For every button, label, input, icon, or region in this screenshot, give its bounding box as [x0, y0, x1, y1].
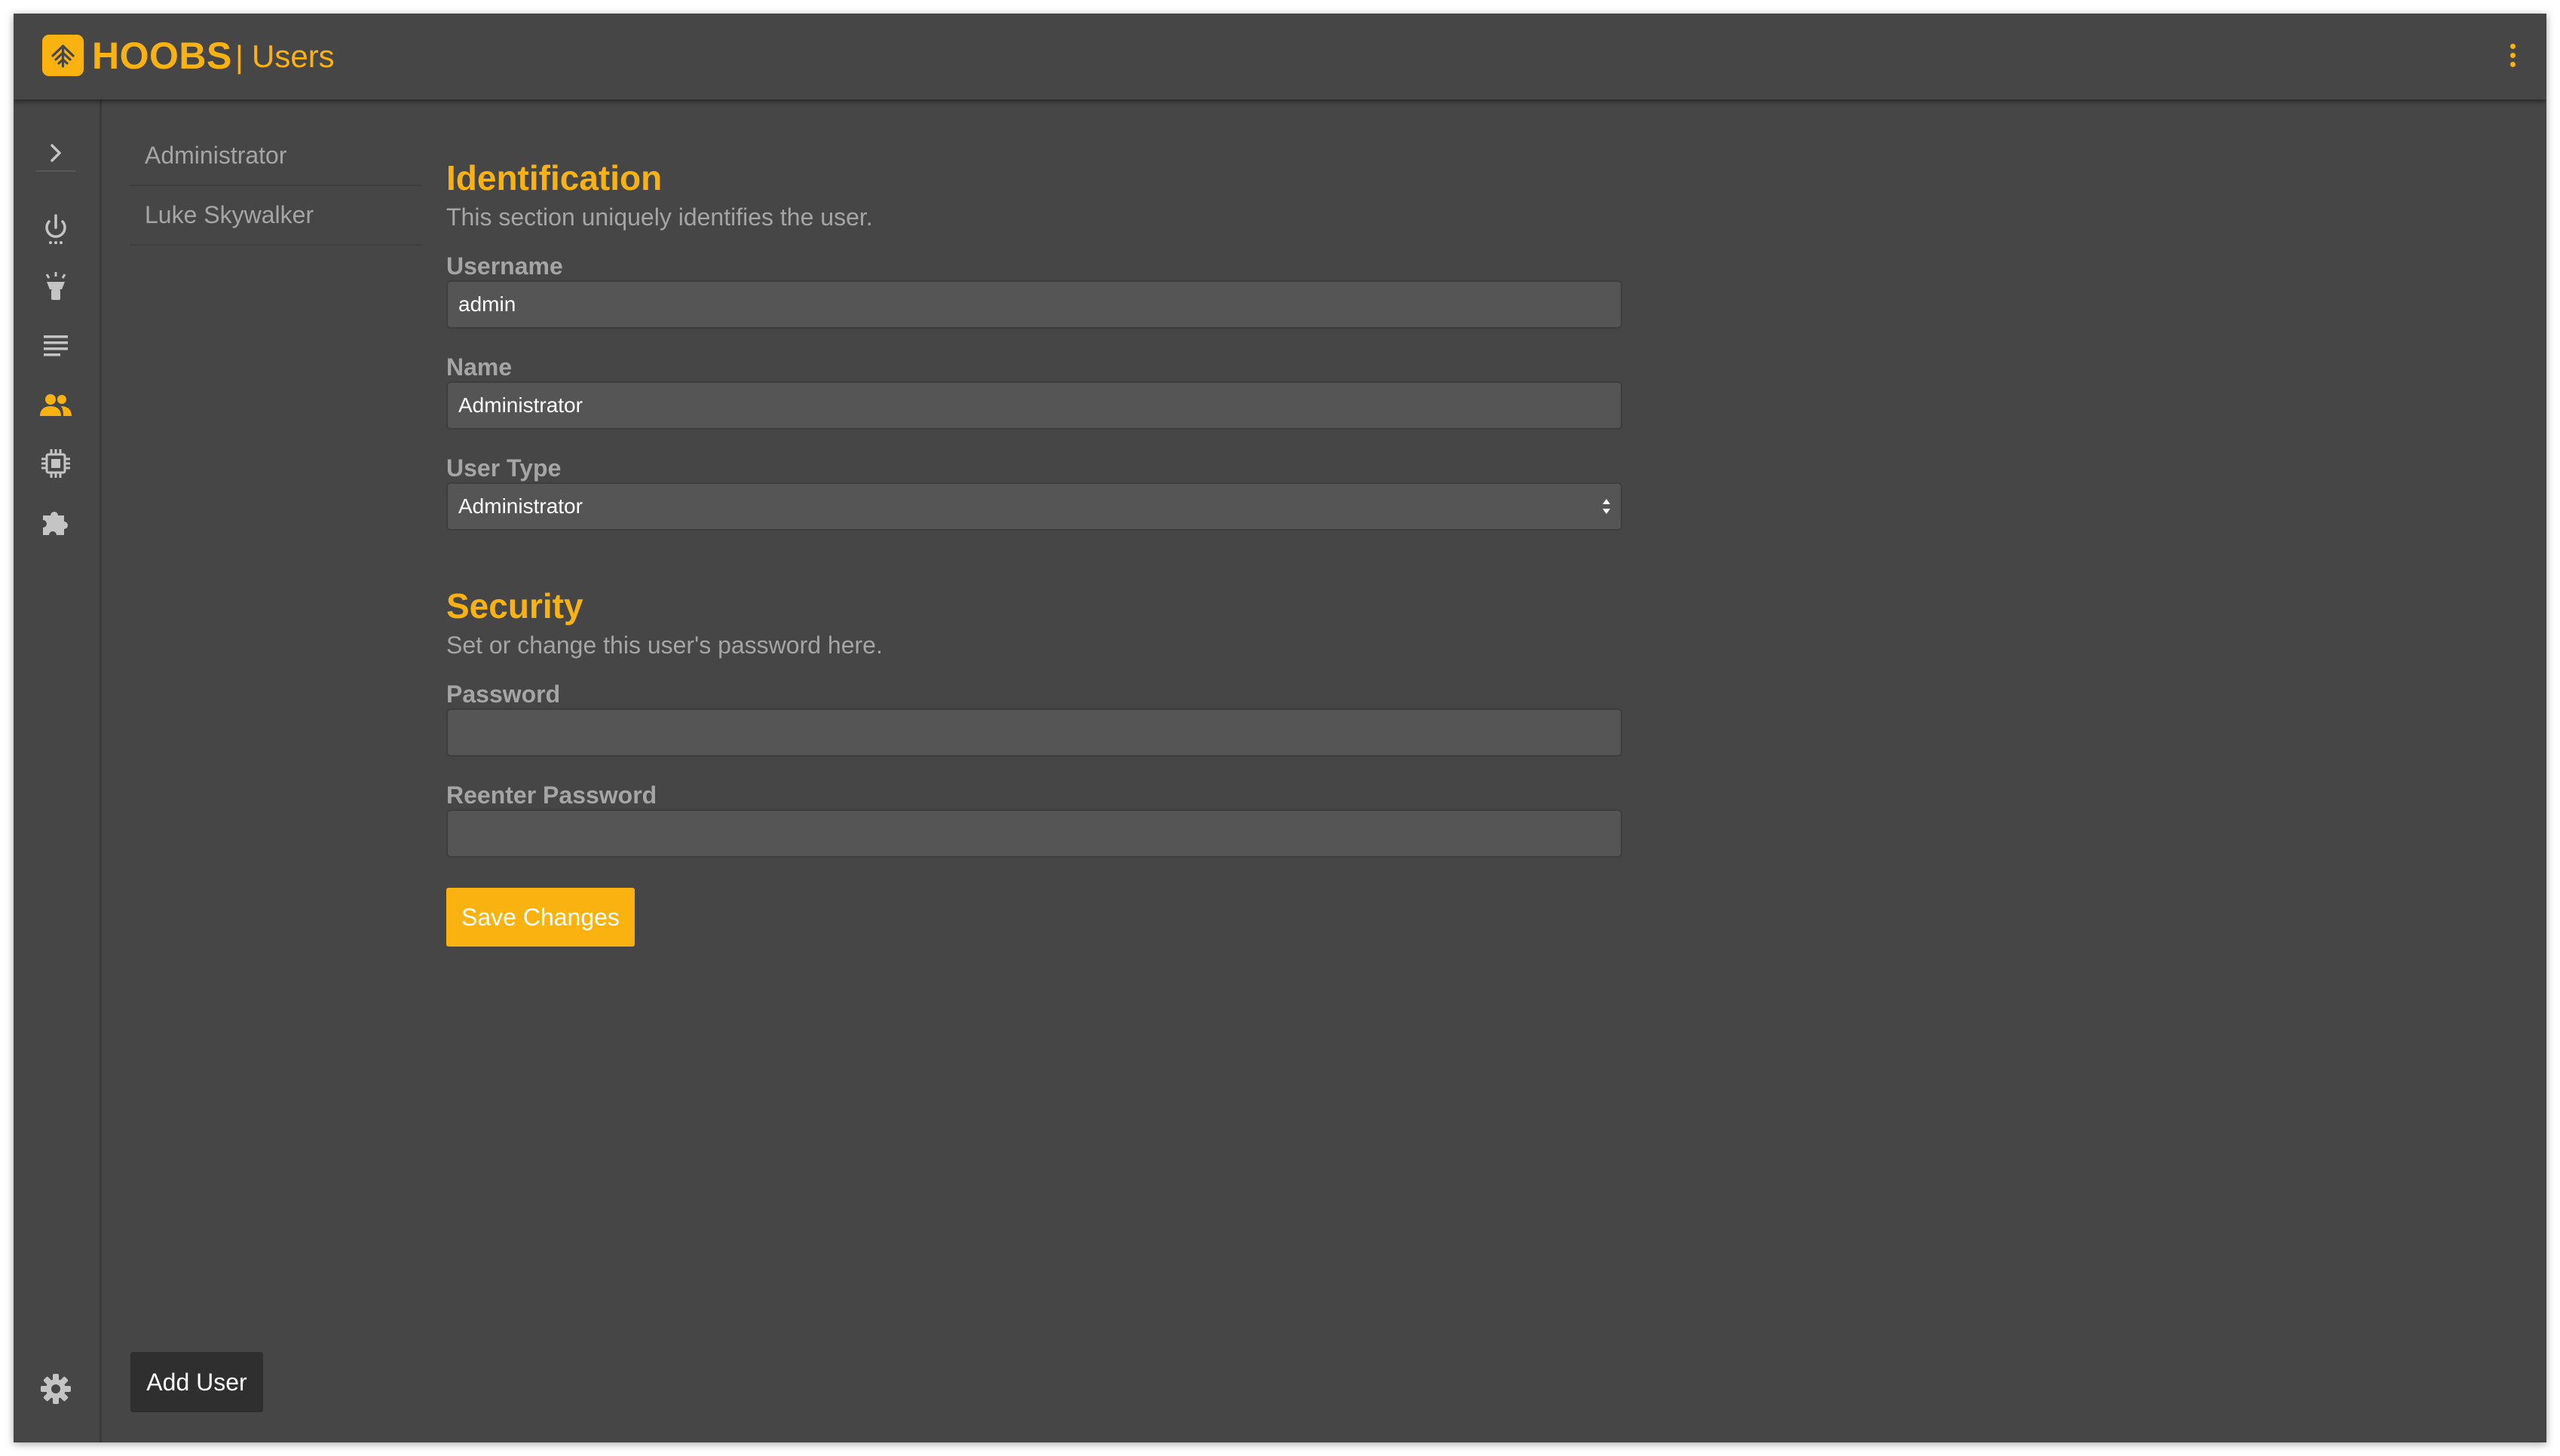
log-lines-icon[interactable]: [38, 329, 73, 363]
gear-icon[interactable]: [38, 1372, 73, 1406]
user-type-select[interactable]: Administrator: [446, 482, 1622, 531]
user-form: Identification This section uniquely ide…: [446, 157, 1622, 947]
user-type-value: Administrator: [458, 494, 583, 518]
power-icon[interactable]: [38, 211, 73, 246]
page-title: Users: [252, 38, 335, 74]
username-label: Username: [446, 252, 563, 280]
puzzle-icon[interactable]: [38, 505, 73, 540]
password-label: Password: [446, 681, 561, 708]
chevron-right-icon[interactable]: [38, 136, 73, 170]
password-input[interactable]: [446, 708, 1622, 757]
select-arrows-icon: [1603, 499, 1610, 514]
user-type-label: User Type: [446, 454, 562, 482]
reenter-password-label: Reenter Password: [446, 782, 657, 809]
top-bar: HOOBS | Users: [14, 14, 2546, 99]
brand-name: HOOBS: [92, 35, 232, 77]
name-label: Name: [446, 353, 513, 381]
identification-heading: Identification: [446, 158, 663, 197]
user-list: Administrator Luke Skywalker: [130, 127, 422, 246]
chip-icon[interactable]: [38, 446, 73, 481]
kebab-menu-icon[interactable]: [2507, 44, 2518, 71]
identification-description: This section uniquely identifies the use…: [446, 203, 873, 231]
add-user-button[interactable]: Add User: [130, 1352, 263, 1412]
reenter-password-input[interactable]: [446, 809, 1622, 858]
user-list-item-luke-skywalker[interactable]: Luke Skywalker: [130, 186, 422, 246]
hoobs-logo-icon: [42, 35, 84, 76]
light-bulb-icon[interactable]: [38, 270, 73, 304]
save-changes-button[interactable]: Save Changes: [446, 888, 635, 947]
app-window: HOOBS | Users Administrator Luke Skywalk…: [14, 14, 2546, 1442]
left-nav: [14, 99, 102, 1442]
nav-divider: [36, 170, 75, 172]
security-heading: Security: [446, 586, 583, 626]
user-list-item-administrator[interactable]: Administrator: [130, 127, 422, 186]
security-description: Set or change this user's password here.: [446, 632, 883, 659]
users-icon[interactable]: [38, 387, 73, 422]
name-input[interactable]: [446, 381, 1622, 430]
title-separator: |: [235, 39, 243, 75]
username-input[interactable]: [446, 280, 1622, 329]
